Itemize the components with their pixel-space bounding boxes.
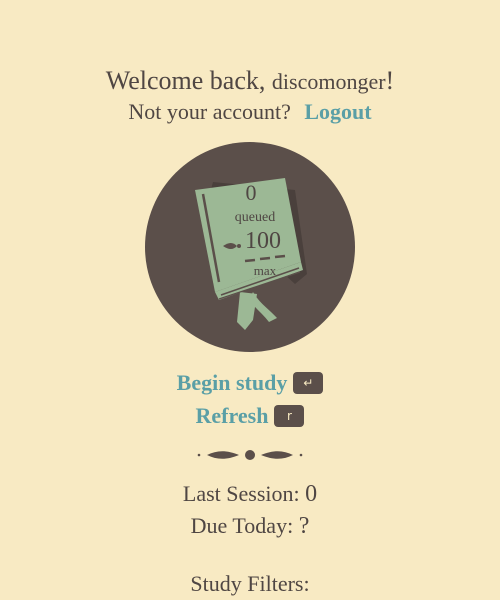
queued-label: queued: [235, 210, 275, 225]
logout-link[interactable]: Logout: [304, 99, 371, 124]
welcome-message: Welcome back, discomonger!: [0, 66, 500, 97]
refresh-link[interactable]: Refresh: [196, 403, 269, 428]
due-today-value: ?: [298, 513, 310, 539]
last-session-label: Last Session:: [182, 481, 300, 506]
due-today-stat: Due Today: ?: [0, 512, 500, 540]
last-session-stat: Last Session: 0: [0, 480, 500, 508]
last-session-value: 0: [305, 481, 318, 507]
begin-study-link[interactable]: Begin study: [177, 370, 288, 395]
username: discomonger: [271, 69, 386, 94]
due-today-label: Due Today:: [190, 513, 294, 538]
welcome-prefix: Welcome back,: [105, 66, 266, 95]
account-prompt: Not your account?: [128, 99, 291, 124]
queue-emblem: 0 queued 100 max: [145, 142, 355, 352]
ornamental-divider: [197, 450, 303, 460]
r-key-hint: r: [274, 405, 305, 427]
account-line: Not your account? Logout: [0, 98, 500, 126]
begin-study-row: Begin study ↵: [0, 370, 500, 396]
max-count: 100: [245, 228, 281, 254]
max-label: max: [254, 263, 277, 278]
refresh-row: Refresh r: [0, 403, 500, 429]
study-filters-heading: Study Filters:: [190, 571, 310, 596]
welcome-suffix: !: [385, 66, 395, 95]
queued-count: 0: [246, 180, 257, 205]
enter-key-hint: ↵: [293, 372, 324, 394]
